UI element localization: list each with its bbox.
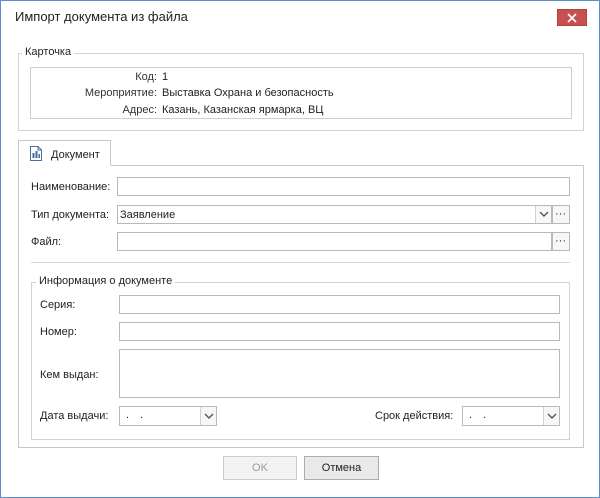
file-input[interactable] — [117, 232, 552, 251]
valid-until-dropdown-button[interactable] — [543, 407, 559, 425]
valid-until-label: Срок действия: — [375, 410, 454, 422]
card-legend: Карточка — [22, 46, 75, 58]
file-label: Файл: — [31, 236, 62, 248]
issue-date-label: Дата выдачи: — [40, 410, 109, 422]
doc-info-legend: Информация о документе — [36, 275, 176, 287]
doc-type-value: Заявление — [120, 209, 176, 221]
valid-until-picker[interactable]: . . — [462, 406, 560, 426]
issued-by-textarea[interactable] — [119, 349, 560, 398]
number-input[interactable] — [119, 322, 560, 341]
ellipsis-icon: ··· — [555, 235, 566, 247]
window-title: Импорт документа из файла — [15, 9, 188, 24]
divider — [31, 262, 570, 263]
name-input[interactable] — [117, 177, 570, 196]
series-input[interactable] — [119, 295, 560, 314]
ok-button[interactable]: OK — [223, 456, 297, 480]
issue-date-value: . . — [126, 409, 148, 421]
doc-type-select[interactable]: Заявление — [117, 205, 552, 224]
cancel-button[interactable]: Отмена — [304, 456, 379, 480]
address-value: Казань, Казанская ярмарка, ВЦ — [162, 104, 324, 116]
import-dialog: Импорт документа из файла Карточка Код: … — [0, 0, 600, 498]
document-icon — [29, 146, 43, 164]
doc-type-dropdown-button[interactable] — [535, 206, 551, 223]
valid-until-value: . . — [469, 409, 491, 421]
name-label: Наименование: — [31, 181, 111, 193]
chevron-down-icon — [204, 413, 214, 419]
doc-type-label: Тип документа: — [31, 209, 110, 221]
issue-date-dropdown-button[interactable] — [200, 407, 216, 425]
event-value: Выставка Охрана и безопасность — [162, 87, 334, 99]
code-value: 1 — [162, 71, 169, 83]
card-info-box: Код: 1 Мероприятие: Выставка Охрана и бе… — [30, 67, 572, 119]
chevron-down-icon — [539, 211, 549, 217]
tab-document-label: Документ — [51, 149, 100, 161]
tab-document[interactable]: Документ — [18, 140, 111, 166]
code-label: Код: — [135, 71, 157, 83]
address-label: Адрес: — [122, 104, 157, 116]
file-browse-button[interactable]: ··· — [552, 232, 570, 251]
close-button[interactable] — [557, 9, 587, 26]
doc-type-browse-button[interactable]: ··· — [552, 205, 570, 224]
issue-date-picker[interactable]: . . — [119, 406, 217, 426]
title-bar: Импорт документа из файла — [1, 1, 599, 31]
close-icon — [567, 13, 577, 23]
number-label: Номер: — [40, 326, 77, 338]
issued-by-label: Кем выдан: — [40, 369, 99, 381]
chevron-down-icon — [547, 413, 557, 419]
series-label: Серия: — [40, 299, 76, 311]
ellipsis-icon: ··· — [555, 208, 566, 220]
event-label: Мероприятие: — [84, 87, 157, 99]
